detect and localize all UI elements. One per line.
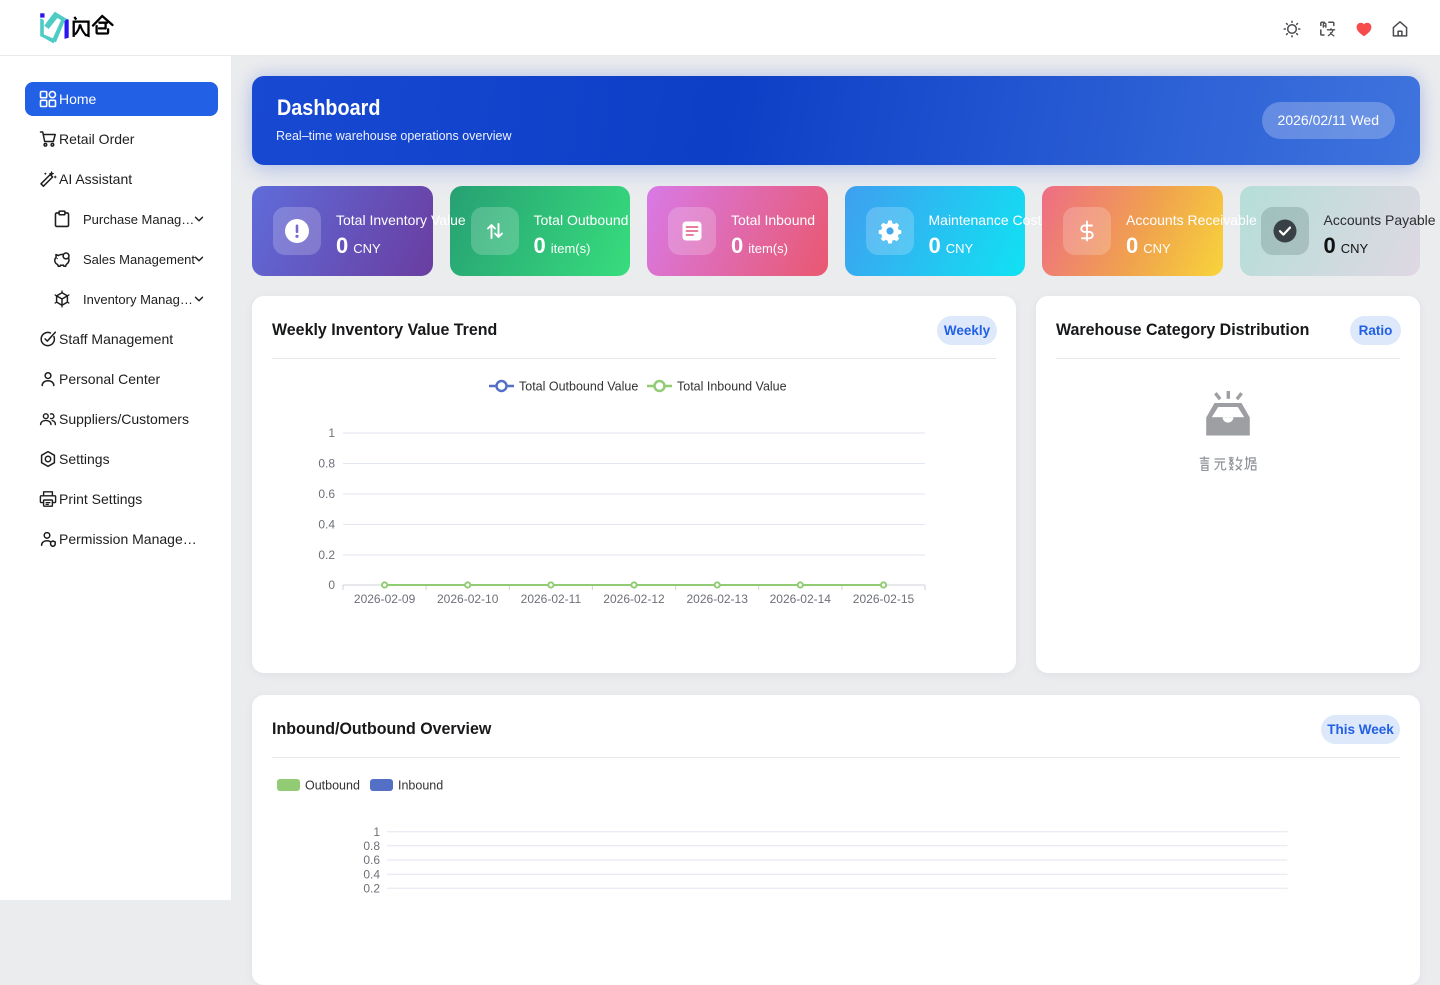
svg-text:2026-02-14: 2026-02-14 <box>770 592 832 606</box>
svg-text:Inbound: Inbound <box>398 779 443 793</box>
svg-text:0.6: 0.6 <box>363 853 380 867</box>
svg-text:2026-02-13: 2026-02-13 <box>687 592 749 606</box>
svg-text:Total Outbound Value: Total Outbound Value <box>519 380 638 394</box>
svg-text:0: 0 <box>328 578 335 592</box>
svg-text:2026-02-11: 2026-02-11 <box>521 592 582 606</box>
svg-text:2026-02-12: 2026-02-12 <box>603 592 665 606</box>
svg-text:0.8: 0.8 <box>318 457 335 471</box>
svg-text:0.4: 0.4 <box>363 867 380 881</box>
svg-text:0.2: 0.2 <box>363 882 380 896</box>
svg-text:0.2: 0.2 <box>318 548 335 562</box>
svg-text:1: 1 <box>328 426 335 440</box>
svg-text:1: 1 <box>373 825 380 839</box>
svg-text:Outbound: Outbound <box>305 779 360 793</box>
svg-text:0.6: 0.6 <box>318 487 335 501</box>
svg-text:2026-02-15: 2026-02-15 <box>853 592 915 606</box>
svg-text:0.8: 0.8 <box>363 839 380 853</box>
svg-text:Total Inbound Value: Total Inbound Value <box>677 380 787 394</box>
svg-text:2026-02-09: 2026-02-09 <box>354 592 416 606</box>
svg-text:2026-02-10: 2026-02-10 <box>437 592 499 606</box>
svg-text:0.4: 0.4 <box>318 518 335 532</box>
